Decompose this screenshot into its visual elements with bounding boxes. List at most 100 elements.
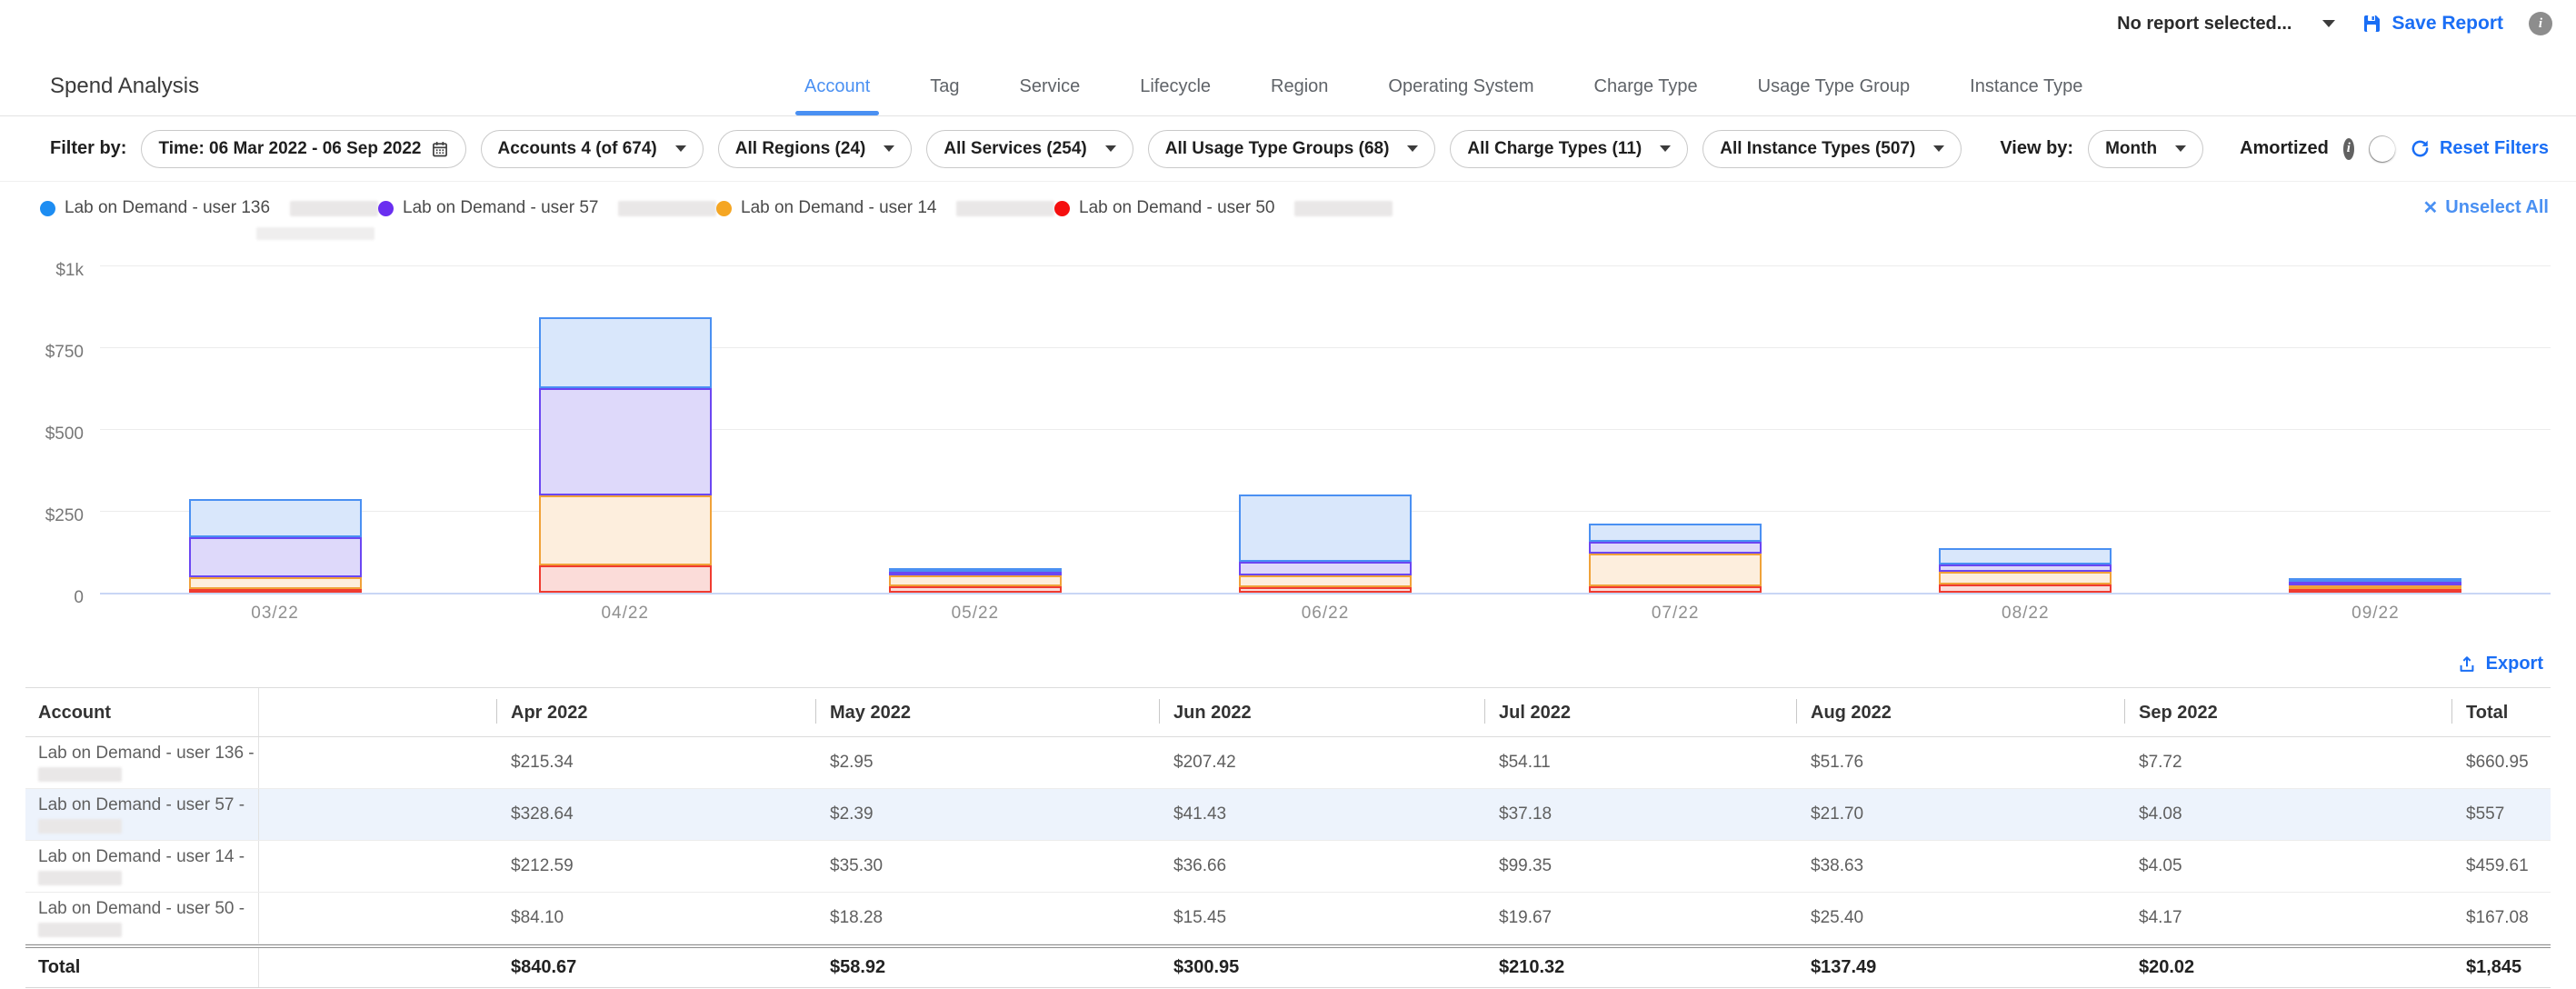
view-by-pill[interactable]: Month [2088,130,2203,168]
page-title: Spend Analysis [50,74,199,99]
legend-dot [40,201,55,216]
bar-segment-lab-on-demand-user-57[interactable] [1939,564,2112,572]
y-axis-tick: $750 [0,343,87,363]
filter-pill-all-usage-type-groups-68[interactable]: All Usage Type Groups (68) [1148,130,1436,168]
legend-dot [1054,201,1070,216]
redacted-text [256,227,374,240]
topbar: No report selected... Save Report i [0,0,2576,47]
reset-filters-button[interactable]: Reset Filters [2410,138,2549,159]
tab-instance-type[interactable]: Instance Type [1961,76,2092,115]
legend-item-lab-on-demand-user-136[interactable]: Lab on Demand - user 136 [40,198,378,218]
legend-label: Lab on Demand - user 14 [741,198,936,218]
unselect-all-label: Unselect All [2445,197,2549,218]
empty-cell [259,841,496,892]
bar-segment-lab-on-demand-user-50[interactable] [1239,587,1412,593]
account-name: Lab on Demand - user 50 - [38,899,245,918]
chart-column-04-22 [450,265,800,593]
col-header-total: Total [2451,688,2551,736]
total-value-cell: $1,845 [2451,948,2551,987]
redacted-text [38,923,122,937]
export-row: Export [0,627,2576,684]
account-name: Lab on Demand - user 57 - [38,795,245,814]
value-cell: $35.30 [815,841,1159,892]
tab-lifecycle[interactable]: Lifecycle [1131,76,1220,115]
value-cell: $167.08 [2451,893,2551,944]
legend-item-lab-on-demand-user-57[interactable]: Lab on Demand - user 57 [378,198,716,218]
bar-segment-lab-on-demand-user-136[interactable] [189,499,362,537]
bar-segment-lab-on-demand-user-50[interactable] [189,589,362,593]
bar-segment-lab-on-demand-user-14[interactable] [1239,575,1412,587]
bar-segment-lab-on-demand-user-50[interactable] [539,565,712,593]
filter-pill-all-regions-24[interactable]: All Regions (24) [718,130,913,168]
bar-segment-lab-on-demand-user-136[interactable] [1939,548,2112,565]
col-header-account: Account [25,688,259,736]
filter-pill-all-services-254[interactable]: All Services (254) [926,130,1133,168]
bar-segment-lab-on-demand-user-57[interactable] [1239,562,1412,575]
unselect-all-button[interactable]: ✕ Unselect All [2422,196,2549,219]
bar-segment-lab-on-demand-user-14[interactable] [539,495,712,565]
filter-pill-label: All Usage Type Groups (68) [1165,139,1390,159]
value-cell: $18.28 [815,893,1159,944]
value-cell: $459.61 [2451,841,2551,892]
bar-segment-lab-on-demand-user-14[interactable] [1939,572,2112,584]
bar-stack [539,317,712,593]
bar-segment-lab-on-demand-user-50[interactable] [1589,586,1762,593]
export-button[interactable]: Export [2457,654,2543,674]
chart-plot [100,265,2551,593]
tab-region[interactable]: Region [1262,76,1337,115]
y-axis-tick: $500 [0,425,87,445]
filter-pill-all-charge-types-11[interactable]: All Charge Types (11) [1450,130,1688,168]
report-selector-dropdown[interactable]: No report selected... [2117,14,2335,35]
filter-pill-label: Accounts 4 (of 674) [498,139,657,159]
chart-column-08-22 [1851,265,2201,593]
legend-item-lab-on-demand-user-50[interactable]: Lab on Demand - user 50 [1054,198,1393,218]
redacted-text [1294,201,1393,216]
header-row: Spend Analysis Account Tag Service Lifecycl… [0,47,2576,116]
value-cell: $2.95 [815,737,1159,788]
save-report-label: Save Report [2391,13,2503,35]
info-icon[interactable]: i [2529,12,2552,35]
value-cell: $328.64 [496,789,815,840]
bar-segment-lab-on-demand-user-57[interactable] [1589,542,1762,554]
filter-pill-accounts-4-of-674[interactable]: Accounts 4 (of 674) [481,130,704,168]
legend-item-lab-on-demand-user-14[interactable]: Lab on Demand - user 14 [716,198,1054,218]
filter-pill-all-instance-types-507[interactable]: All Instance Types (507) [1702,130,1962,168]
bar-segment-lab-on-demand-user-136[interactable] [1239,494,1412,563]
reset-filters-label: Reset Filters [2440,138,2549,159]
bar-segment-lab-on-demand-user-14[interactable] [1589,554,1762,586]
bar-segment-lab-on-demand-user-136[interactable] [539,317,712,388]
amortized-toggle[interactable] [2369,135,2395,163]
value-cell: $207.42 [1159,737,1484,788]
legend-dot [716,201,732,216]
bar-segment-lab-on-demand-user-136[interactable] [1589,524,1762,541]
tab-charge-type[interactable]: Charge Type [1585,76,1707,115]
bar-segment-lab-on-demand-user-50[interactable] [2289,589,2461,593]
tab-operating-system[interactable]: Operating System [1379,76,1543,115]
value-cell: $15.45 [1159,893,1484,944]
bar-segment-lab-on-demand-user-50[interactable] [889,586,1062,593]
chevron-down-icon [2322,20,2335,27]
chevron-down-icon [1660,145,1671,152]
time-filter-pill[interactable]: Time: 06 Mar 2022 - 06 Sep 2022 [141,130,465,168]
value-cell: $51.76 [1796,737,2124,788]
tab-tag[interactable]: Tag [921,76,968,115]
save-report-button[interactable]: Save Report [2361,13,2503,35]
tab-service[interactable]: Service [1011,76,1090,115]
value-cell: $557 [2451,789,2551,840]
bar-stack [2289,578,2461,593]
bar-segment-lab-on-demand-user-50[interactable] [1939,584,2112,593]
bar-segment-lab-on-demand-user-14[interactable] [189,577,362,589]
bar-segment-lab-on-demand-user-57[interactable] [189,537,362,577]
chart-column-09-22 [2201,265,2551,593]
value-cell: $212.59 [496,841,815,892]
bar-stack [1589,524,1762,593]
total-value-cell: $210.32 [1484,948,1796,987]
info-icon[interactable]: i [2343,138,2354,160]
value-cell: $7.72 [2124,737,2451,788]
tab-account[interactable]: Account [795,76,879,115]
bar-segment-lab-on-demand-user-14[interactable] [889,575,1062,587]
bar-segment-lab-on-demand-user-57[interactable] [539,388,712,495]
tab-usage-type-group[interactable]: Usage Type Group [1749,76,1920,115]
account-cell: Lab on Demand - user 57 - [25,789,259,840]
value-cell: $37.18 [1484,789,1796,840]
